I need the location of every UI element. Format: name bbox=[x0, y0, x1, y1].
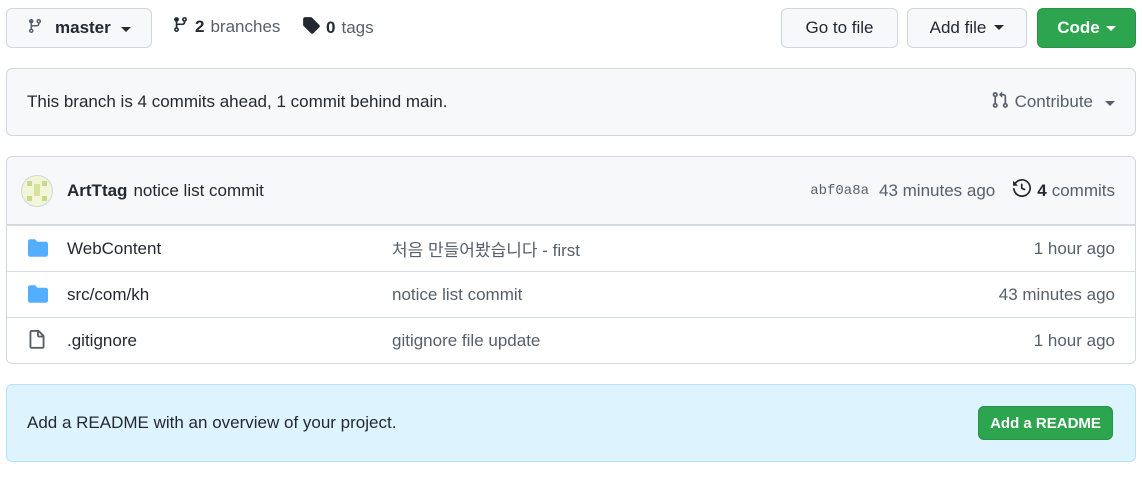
code-label: Code bbox=[1057, 18, 1100, 37]
branches-count: 2 bbox=[195, 17, 205, 36]
tag-icon bbox=[302, 16, 320, 39]
git-branch-icon bbox=[172, 16, 189, 38]
add-file-label: Add file bbox=[929, 18, 987, 37]
branch-status-message: This branch is 4 commits ahead, 1 commit… bbox=[27, 92, 448, 111]
latest-commit-bar: ArtTtag notice list commit abf0a8a 43 mi… bbox=[7, 157, 1135, 225]
contribute-dropdown[interactable]: Contribute bbox=[991, 91, 1115, 114]
add-readme-button[interactable]: Add a README bbox=[978, 406, 1113, 440]
file-name-link[interactable]: src/com/kh bbox=[67, 285, 149, 305]
branch-selector-label: master bbox=[55, 18, 111, 37]
chevron-down-icon bbox=[120, 26, 131, 32]
file-commit-message-link[interactable]: notice list commit bbox=[392, 285, 522, 305]
readme-prompt-message: Add a README with an overview of your pr… bbox=[27, 413, 397, 432]
add-file-button[interactable]: Add file bbox=[907, 8, 1027, 48]
branch-selector-button[interactable]: master bbox=[6, 8, 152, 48]
tags-link[interactable]: 0 tags bbox=[302, 16, 374, 39]
commit-sha-link[interactable]: abf0a8a bbox=[810, 183, 869, 199]
file-name-link[interactable]: WebContent bbox=[67, 239, 161, 259]
file-row[interactable]: WebContent 처음 만들어봤습니다 - first 1 hour ago bbox=[7, 225, 1135, 271]
file-commit-age: 1 hour ago bbox=[1033, 238, 1115, 258]
commit-author-link[interactable]: ArtTtag bbox=[67, 181, 127, 201]
file-commit-message-link[interactable]: gitignore file update bbox=[392, 331, 540, 351]
contribute-label: Contribute bbox=[1014, 92, 1093, 111]
git-branch-icon bbox=[27, 18, 43, 39]
branches-label: branches bbox=[210, 17, 281, 36]
file-commit-age: 43 minutes ago bbox=[998, 284, 1115, 304]
file-list: ArtTtag notice list commit abf0a8a 43 mi… bbox=[6, 156, 1136, 364]
commits-count: 4 bbox=[1037, 180, 1047, 200]
file-commit-message-link[interactable]: 처음 만들어봤습니다 - first bbox=[392, 236, 580, 261]
file-icon bbox=[27, 330, 47, 355]
file-row[interactable]: src/com/kh notice list commit 43 minutes… bbox=[7, 271, 1135, 317]
branches-link[interactable]: 2 branches bbox=[172, 16, 280, 38]
folder-icon bbox=[27, 284, 49, 309]
tags-label: tags bbox=[341, 17, 374, 37]
code-button[interactable]: Code bbox=[1037, 8, 1136, 48]
avatar[interactable] bbox=[21, 174, 53, 207]
folder-icon bbox=[27, 238, 49, 263]
readme-prompt-box: Add a README with an overview of your pr… bbox=[6, 384, 1136, 462]
chevron-down-icon bbox=[1105, 100, 1115, 106]
tags-count: 0 bbox=[326, 17, 336, 37]
file-row[interactable]: .gitignore gitignore file update 1 hour … bbox=[7, 317, 1135, 363]
pull-request-icon bbox=[991, 91, 1009, 114]
commit-time: 43 minutes ago bbox=[879, 180, 996, 200]
branch-status-box: This branch is 4 commits ahead, 1 commit… bbox=[6, 68, 1136, 136]
chevron-down-icon bbox=[994, 24, 1005, 30]
commit-message-link[interactable]: notice list commit bbox=[133, 181, 263, 201]
chevron-down-icon bbox=[1105, 26, 1116, 31]
go-to-file-label: Go to file bbox=[805, 18, 874, 37]
commits-label: commits bbox=[1051, 180, 1115, 200]
go-to-file-button[interactable]: Go to file bbox=[781, 8, 898, 48]
file-name-link[interactable]: .gitignore bbox=[67, 331, 137, 351]
commits-history-link[interactable]: 4 commits bbox=[1013, 178, 1115, 202]
file-commit-age: 1 hour ago bbox=[1033, 330, 1115, 350]
history-icon bbox=[1013, 178, 1032, 202]
